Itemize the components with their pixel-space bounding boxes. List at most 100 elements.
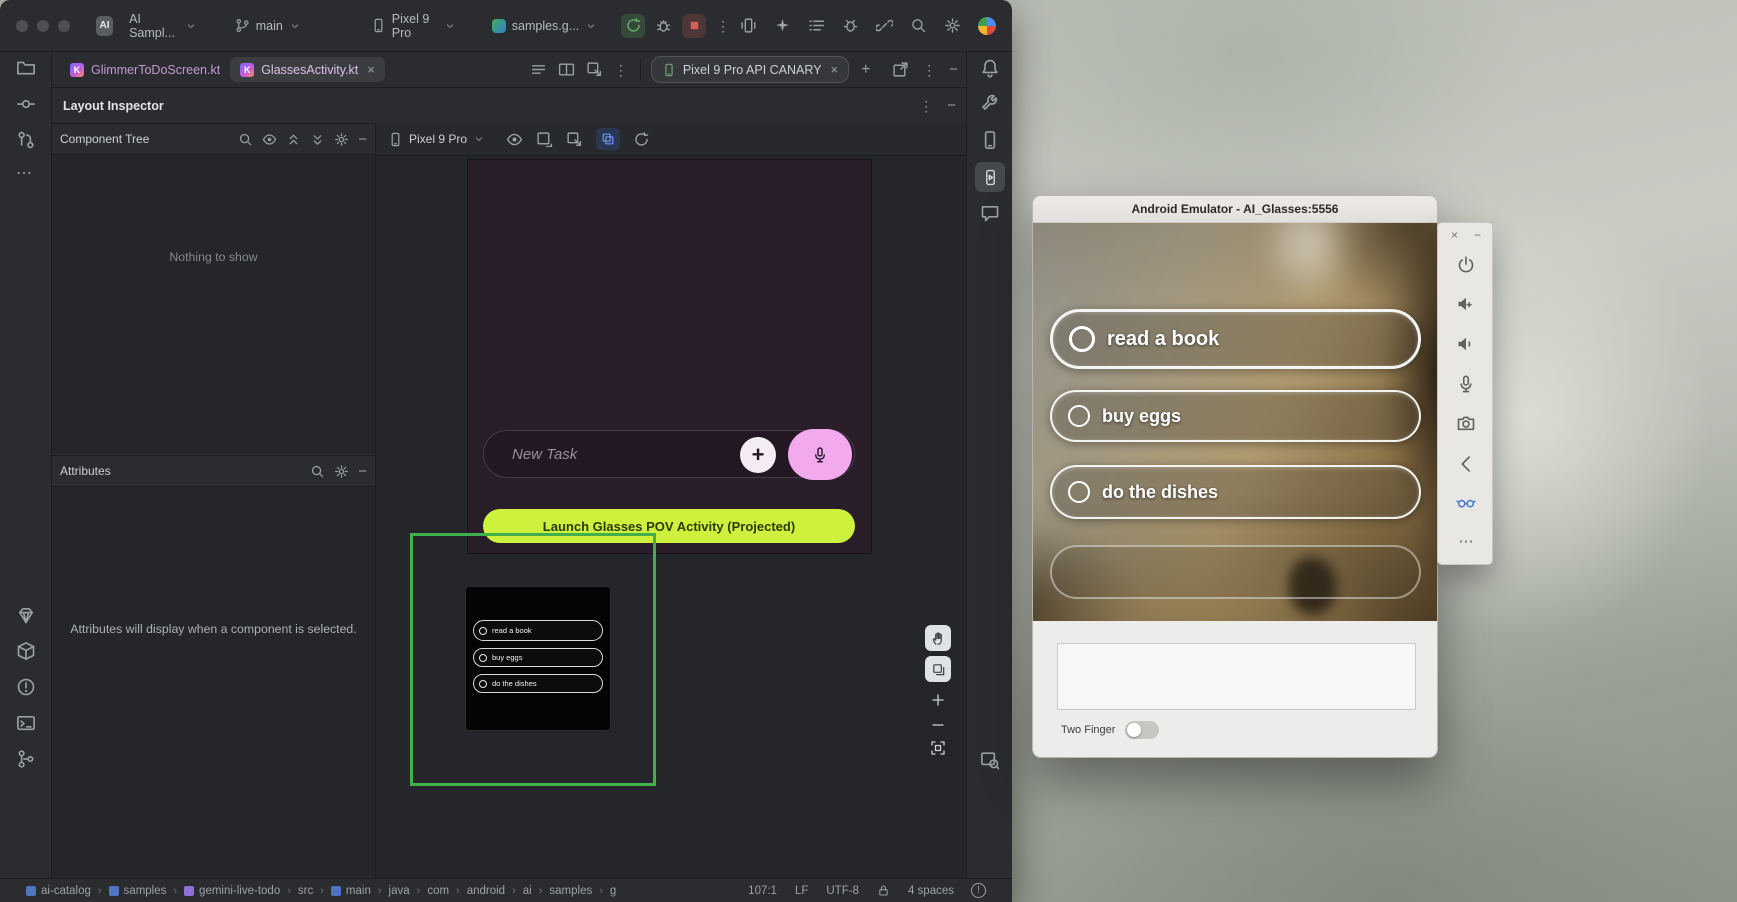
visibility-eye-icon[interactable] xyxy=(262,132,277,147)
inspector-more-icon[interactable]: ⋮ xyxy=(919,99,933,113)
breadcrumb-item[interactable]: g xyxy=(610,885,616,897)
build-icon[interactable] xyxy=(16,641,36,661)
indent-setting[interactable]: 4 spaces xyxy=(908,885,954,897)
breadcrumb-item[interactable]: android xyxy=(467,885,505,897)
link-icon[interactable] xyxy=(876,17,893,34)
inspector-hide-icon[interactable]: − xyxy=(947,98,956,113)
power-button-icon[interactable] xyxy=(1456,255,1476,275)
voice-input-button[interactable] xyxy=(788,429,852,480)
notifications-bell-icon[interactable] xyxy=(980,58,1000,78)
add-device-tab-icon[interactable]: + xyxy=(861,62,870,78)
lock-icon[interactable] xyxy=(877,884,890,897)
toggle-3d-mode-active[interactable] xyxy=(596,128,620,150)
view-options-icon[interactable] xyxy=(530,61,547,78)
branch-selector[interactable]: main xyxy=(229,14,307,37)
gemini-icon[interactable] xyxy=(16,605,36,625)
minimize-icon[interactable]: − xyxy=(1474,229,1481,241)
version-control-icon[interactable] xyxy=(16,749,36,769)
breadcrumb-item[interactable]: samples xyxy=(549,885,592,897)
terminal-icon[interactable] xyxy=(16,713,36,733)
device-screen-render[interactable]: New Task + Launch Glasses POV Activity (… xyxy=(468,160,871,553)
glasses-pov-view[interactable]: read a book buy eggs do the dishes xyxy=(1033,223,1437,621)
device-mirroring-icon[interactable] xyxy=(740,17,757,34)
search-icon[interactable] xyxy=(910,17,927,34)
layout-inspector-icon[interactable] xyxy=(980,750,1000,770)
commit-icon[interactable] xyxy=(16,94,36,114)
app-insights-icon[interactable] xyxy=(980,203,1000,223)
zoom-in-button[interactable] xyxy=(925,687,951,713)
collapse-all-icon[interactable] xyxy=(310,132,325,147)
pane-more-icon[interactable]: ⋮ xyxy=(922,63,936,77)
more-tool-windows-icon[interactable]: ⋯ xyxy=(16,166,36,186)
touchpad-area[interactable] xyxy=(1057,643,1416,710)
project-selector[interactable]: AI Sampl... xyxy=(123,8,203,44)
device-selector[interactable]: Pixel 9 Pro xyxy=(365,8,462,44)
two-finger-toggle[interactable] xyxy=(1125,721,1159,739)
gear-icon[interactable] xyxy=(334,464,349,479)
volume-down-icon[interactable] xyxy=(1456,334,1476,354)
emulator-titlebar[interactable]: Android Emulator - AI_Glasses:5556 xyxy=(1033,196,1437,223)
export-screenshot-icon[interactable] xyxy=(566,131,583,148)
ai-assistant-icon[interactable] xyxy=(774,17,791,34)
render-device-selector[interactable]: Pixel 9 Pro xyxy=(388,132,485,147)
breadcrumb-item[interactable]: com xyxy=(427,885,449,897)
tab-running-device[interactable]: Pixel 9 Pro API CANARY × xyxy=(651,56,849,83)
line-ending[interactable]: LF xyxy=(795,885,808,897)
problems-indicator[interactable]: ! xyxy=(971,883,986,898)
todo-list-icon[interactable] xyxy=(808,17,825,34)
expand-all-icon[interactable] xyxy=(286,132,301,147)
todo-pill[interactable]: buy eggs xyxy=(1050,390,1421,442)
file-encoding[interactable]: UTF-8 xyxy=(826,885,859,897)
todo-pill-focused[interactable]: read a book xyxy=(1050,309,1421,369)
close-window-button[interactable] xyxy=(16,20,28,32)
hide-panel-icon[interactable]: − xyxy=(358,132,367,147)
breadcrumb-item[interactable]: main xyxy=(331,885,371,897)
hide-pane-icon[interactable]: − xyxy=(949,62,958,77)
settings-gear-icon[interactable] xyxy=(944,17,961,34)
cursor-position[interactable]: 107:1 xyxy=(748,885,777,897)
new-task-input[interactable]: New Task + xyxy=(483,430,855,478)
refresh-icon[interactable] xyxy=(633,131,650,148)
profiler-icon[interactable] xyxy=(655,17,672,34)
gear-icon[interactable] xyxy=(334,132,349,147)
smart-glasses-icon[interactable] xyxy=(1456,493,1476,513)
close-tab-icon[interactable]: × xyxy=(367,62,375,77)
breadcrumb-item[interactable]: java xyxy=(389,885,410,897)
problems-icon[interactable] xyxy=(16,677,36,697)
todo-pill[interactable]: do the dishes xyxy=(1050,465,1421,519)
profile-avatar[interactable] xyxy=(978,17,996,35)
hide-panel-icon[interactable]: − xyxy=(358,464,367,479)
gradle-icon[interactable] xyxy=(980,94,1000,114)
zoom-window-button[interactable] xyxy=(58,20,70,32)
visibility-eye-icon[interactable] xyxy=(506,131,523,148)
breadcrumb-item[interactable]: ai-catalog xyxy=(26,885,91,897)
breadcrumb-item[interactable]: gemini-live-todo xyxy=(184,885,280,897)
pan-mode-button[interactable] xyxy=(925,625,951,651)
camera-icon[interactable] xyxy=(1456,414,1476,434)
screenshot-icon[interactable] xyxy=(586,61,603,78)
close-icon[interactable]: × xyxy=(1451,229,1458,241)
zoom-to-fit-button[interactable] xyxy=(925,735,951,761)
running-devices-tool-active[interactable] xyxy=(975,162,1005,192)
tab-glassesactivity[interactable]: K GlassesActivity.kt × xyxy=(230,57,385,82)
back-button-icon[interactable] xyxy=(1456,454,1476,474)
microphone-icon[interactable] xyxy=(1456,374,1476,394)
rerun-button[interactable] xyxy=(621,14,645,38)
stop-button[interactable] xyxy=(682,14,706,38)
more-actions-icon[interactable]: ⋮ xyxy=(716,19,730,33)
add-task-button[interactable]: + xyxy=(740,437,776,473)
close-tab-icon[interactable]: × xyxy=(831,62,839,77)
snapshot-icon[interactable] xyxy=(536,131,553,148)
volume-up-icon[interactable] xyxy=(1456,294,1476,314)
layer-spacing-button[interactable] xyxy=(925,656,951,682)
breadcrumb-item[interactable]: src xyxy=(298,885,313,897)
editor-more-icon[interactable]: ⋮ xyxy=(614,63,628,77)
search-icon[interactable] xyxy=(310,464,325,479)
open-in-window-icon[interactable] xyxy=(892,61,909,78)
breadcrumb-item[interactable]: ai xyxy=(523,885,532,897)
split-editor-icon[interactable] xyxy=(558,61,575,78)
breadcrumb-item[interactable]: samples xyxy=(109,885,167,897)
pull-requests-icon[interactable] xyxy=(16,130,36,150)
search-icon[interactable] xyxy=(238,132,253,147)
project-folder-icon[interactable] xyxy=(16,58,36,78)
